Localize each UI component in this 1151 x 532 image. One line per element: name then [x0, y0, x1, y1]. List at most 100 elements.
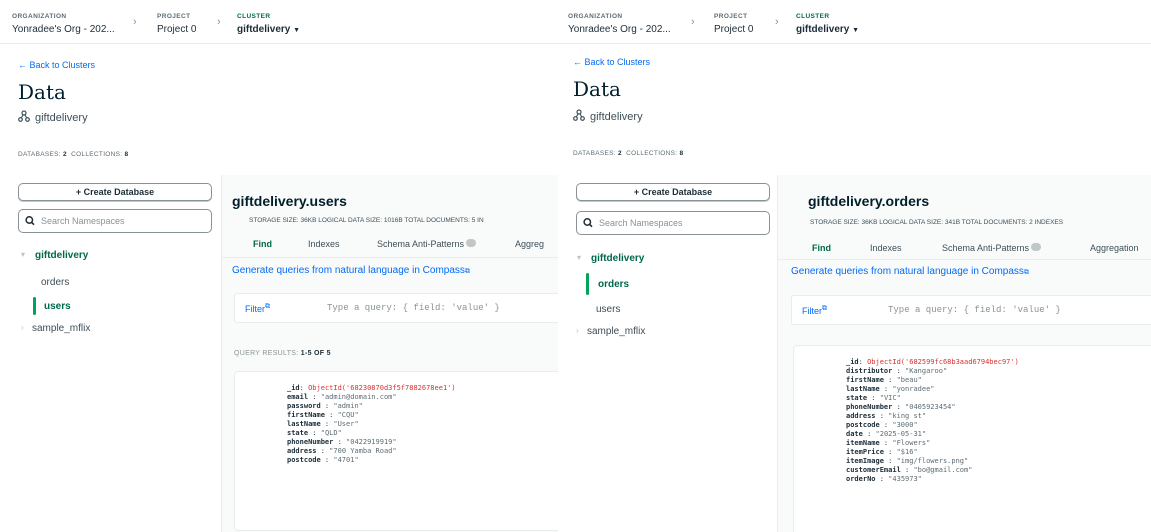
- breadcrumb-organization[interactable]: ORGANIZATION Yonradee's Org - 202...: [568, 10, 671, 36]
- field-key: distributor: [846, 367, 893, 375]
- caret-right-icon: ›: [576, 326, 579, 335]
- document-field: distributor : "Kangaroo": [846, 367, 1019, 376]
- search-namespaces-input[interactable]: Search Namespaces: [576, 211, 770, 235]
- tree-collection-orders[interactable]: orders: [41, 277, 69, 288]
- document-field: _id: ObjectId('682599fc68b3aad6794bec97'…: [846, 358, 1019, 367]
- field-value: "3000": [892, 421, 918, 429]
- document-field: phoneNumber : "0405923454": [846, 403, 1019, 412]
- tree-collection-users[interactable]: users: [44, 301, 71, 312]
- caret-down-icon: ▾: [21, 250, 26, 259]
- caret-down-icon: ▾: [577, 253, 582, 262]
- collection-tabs: Find Indexes Schema Anti-Patterns Aggreg…: [778, 243, 1151, 257]
- field-value: "VIC": [879, 394, 901, 402]
- field-separator: :: [892, 403, 906, 411]
- field-key: itemName: [846, 439, 880, 447]
- tab-indexes[interactable]: Indexes: [308, 239, 340, 249]
- tab-schema-anti-patterns[interactable]: Schema Anti-Patterns: [942, 243, 1042, 253]
- field-value: "CQU": [337, 411, 359, 419]
- tab-find[interactable]: Find: [812, 243, 831, 253]
- collection-main: giftdelivery.users STORAGE SIZE: 36KB LO…: [222, 175, 558, 532]
- generate-queries-link[interactable]: Generate queries from natural language i…: [232, 265, 470, 276]
- tree-db-giftdelivery[interactable]: ▾ giftdelivery: [577, 253, 644, 264]
- filter-input[interactable]: Type a query: { field: 'value' }: [327, 303, 500, 313]
- tab-find[interactable]: Find: [253, 239, 272, 249]
- badge-icon: [466, 239, 477, 247]
- create-database-button[interactable]: + Create Database: [18, 183, 212, 201]
- breadcrumb-project[interactable]: PROJECT Project 0: [157, 10, 196, 36]
- tree-db-sample-mflix[interactable]: › sample_mflix: [21, 323, 90, 334]
- field-value: "2025-05-31": [875, 430, 927, 438]
- search-namespaces-input[interactable]: Search Namespaces: [18, 209, 212, 233]
- breadcrumb-cluster-label: CLUSTER: [237, 13, 271, 20]
- db-label: sample_mflix: [587, 326, 646, 337]
- field-value: "4701": [333, 456, 359, 464]
- breadcrumb-cluster[interactable]: CLUSTER giftdelivery ▼: [237, 10, 300, 37]
- field-key: phoneNumber: [846, 403, 893, 411]
- tab-aggregation[interactable]: Aggregation: [1090, 243, 1139, 253]
- filter-label: Filter⧉: [245, 303, 270, 314]
- field-key: itemImage: [846, 457, 884, 465]
- field-key: postcode: [287, 456, 321, 464]
- document-field: date : "2025-05-31": [846, 430, 1019, 439]
- field-separator: :: [333, 438, 347, 446]
- breadcrumb-org-value: Yonradee's Org - 202...: [12, 24, 115, 35]
- divider: [778, 259, 1151, 260]
- search-icon: [25, 210, 35, 241]
- field-separator: :: [900, 466, 914, 474]
- field-separator: :: [883, 376, 897, 384]
- chevron-right-icon: ›: [691, 16, 695, 28]
- field-value: "Kangaroo": [905, 367, 948, 375]
- filter-bar[interactable]: Filter⧉ Type a query: { field: 'value' }: [234, 293, 558, 323]
- document-field: itemPrice : "$16": [846, 448, 1019, 457]
- tree-db-sample-mflix[interactable]: › sample_mflix: [576, 326, 646, 337]
- field-key: state: [287, 429, 309, 437]
- breadcrumb-cluster-value: giftdelivery: [237, 24, 291, 35]
- field-separator: :: [862, 430, 876, 438]
- breadcrumb-organization[interactable]: ORGANIZATION Yonradee's Org - 202...: [12, 10, 115, 36]
- tree-collection-orders[interactable]: orders: [598, 279, 629, 290]
- field-key: address: [287, 447, 317, 455]
- tab-indexes[interactable]: Indexes: [870, 243, 902, 253]
- breadcrumb-project[interactable]: PROJECT Project 0: [714, 10, 753, 36]
- databases-count: 2: [62, 151, 67, 158]
- field-separator: :: [875, 412, 889, 420]
- namespace-title: giftdelivery.orders: [808, 193, 930, 209]
- breadcrumb-cluster[interactable]: CLUSTER giftdelivery ▼: [796, 10, 859, 37]
- field-value: "700 Yamba Road": [329, 447, 397, 455]
- breadcrumb-project-label: PROJECT: [157, 13, 191, 20]
- app-root: ORGANIZATION Yonradee's Org - 202... › P…: [0, 0, 1151, 532]
- cluster-name: giftdelivery: [590, 111, 643, 123]
- breadcrumb-project-value: Project 0: [157, 24, 197, 35]
- field-separator: :: [879, 421, 893, 429]
- create-database-button[interactable]: + Create Database: [576, 183, 770, 201]
- generate-queries-link[interactable]: Generate queries from natural language i…: [791, 266, 1029, 277]
- field-key: state: [846, 394, 868, 402]
- field-value: "$16": [896, 448, 918, 456]
- field-value: "QLD": [320, 429, 342, 437]
- document-field: state : "QLD": [287, 429, 456, 438]
- document-card[interactable]: _id: ObjectId('68230870d3f5f7882678ee1')…: [234, 371, 558, 531]
- field-key: email: [287, 393, 309, 401]
- document-field: itemName : "Flowers": [846, 439, 1019, 448]
- document-field: _id: ObjectId('68230870d3f5f7882678ee1'): [287, 384, 456, 393]
- collection-main: giftdelivery.orders STORAGE SIZE: 36KB L…: [778, 175, 1151, 532]
- back-to-clusters-link[interactable]: ← Back to Clusters: [573, 57, 650, 67]
- generate-link-text: Generate queries from natural language i…: [791, 266, 1024, 277]
- tree-collection-users[interactable]: users: [596, 304, 620, 315]
- field-separator: :: [858, 358, 868, 366]
- pane-left: ORGANIZATION Yonradee's Org - 202... › P…: [0, 0, 558, 532]
- tree-db-giftdelivery[interactable]: ▾ giftdelivery: [21, 250, 88, 261]
- page-title: Data: [573, 77, 621, 101]
- field-value: "0405923454": [905, 403, 956, 411]
- filter-bar[interactable]: Filter⧉ Type a query: { field: 'value' }: [791, 295, 1151, 325]
- tab-schema-anti-patterns[interactable]: Schema Anti-Patterns: [377, 239, 477, 249]
- document-card[interactable]: _id: ObjectId('682599fc68b3aad6794bec97'…: [793, 345, 1151, 532]
- namespace-sidebar: + Create Database Search Namespaces ▾ gi…: [0, 175, 222, 532]
- query-results-count: QUERY RESULTS: 1-5 OF 5: [234, 350, 331, 357]
- back-to-clusters-link[interactable]: ← Back to Clusters: [18, 60, 95, 70]
- tab-aggregation[interactable]: Aggreg: [515, 239, 544, 249]
- document-fields: _id: ObjectId('68230870d3f5f7882678ee1')…: [287, 384, 456, 465]
- filter-input[interactable]: Type a query: { field: 'value' }: [888, 305, 1061, 315]
- field-separator: :: [308, 429, 321, 437]
- results-label: QUERY RESULTS:: [234, 350, 299, 357]
